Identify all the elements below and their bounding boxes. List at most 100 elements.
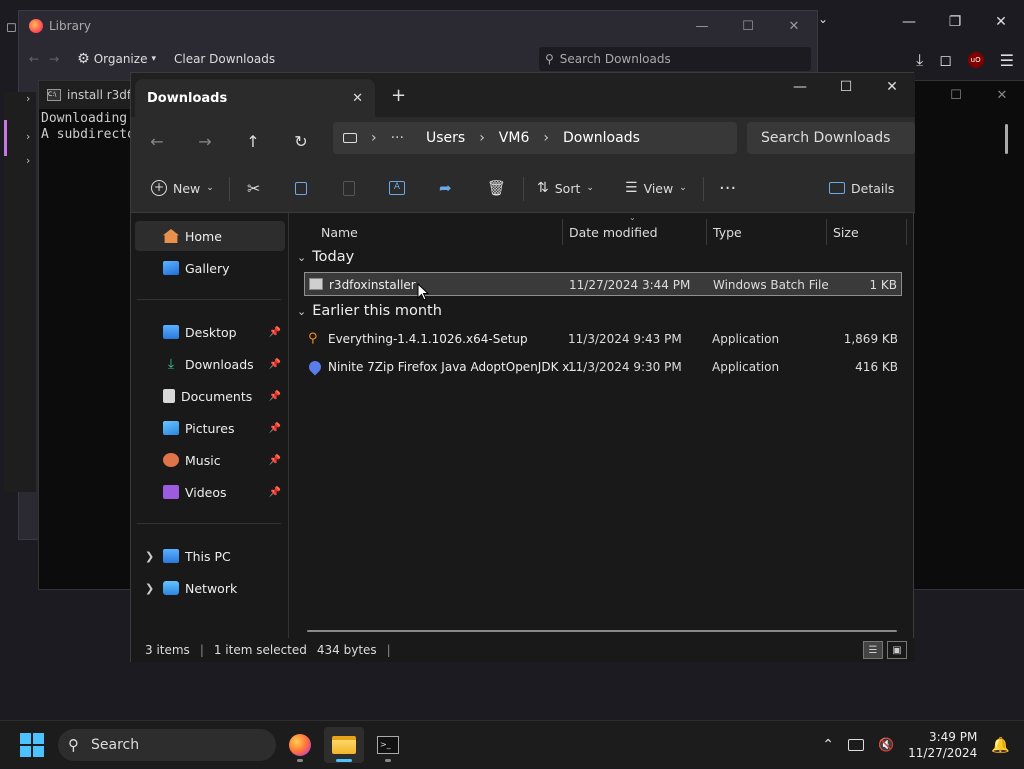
chevron-down-icon: ⌄ xyxy=(206,183,214,193)
file-date: 11/3/2024 9:30 PM xyxy=(568,360,682,374)
copy-button[interactable] xyxy=(295,175,307,201)
minimize-button[interactable]: — xyxy=(886,0,932,44)
column-header-name[interactable]: Name xyxy=(315,219,563,245)
pin-icon[interactable]: 📌 xyxy=(269,423,281,434)
clock[interactable]: 3:49 PM 11/27/2024 xyxy=(908,729,977,761)
network-status-icon[interactable] xyxy=(847,739,864,751)
sidebar-item-downloads[interactable]: ⤓ Downloads 📌 xyxy=(135,349,285,379)
restore-button[interactable]: ❐ xyxy=(932,0,978,44)
status-selected: 1 item selected xyxy=(213,643,307,657)
rename-button[interactable]: A xyxy=(389,175,405,201)
view-button[interactable]: ☰ View ⌄ xyxy=(625,175,687,201)
column-header-date[interactable]: Date modified xyxy=(563,219,707,245)
forward-arrow-icon[interactable]: → xyxy=(49,52,59,66)
table-row[interactable]: r3dfoxinstaller 11/27/2024 3:44 PM Windo… xyxy=(304,272,902,296)
sidebar-item-music[interactable]: Music 📌 xyxy=(135,445,285,475)
library-minimize-button[interactable]: — xyxy=(679,11,725,41)
taskbar-firefox[interactable] xyxy=(280,727,320,763)
breadcrumb-downloads[interactable]: Downloads xyxy=(563,130,640,146)
extensions-icon[interactable]: ◻ xyxy=(939,51,951,69)
chevron-right-icon[interactable]: ❯ xyxy=(145,550,154,563)
menu-icon[interactable]: ☰ xyxy=(1000,51,1014,70)
sidebar-item-gallery[interactable]: Gallery xyxy=(135,253,285,283)
tab-list-chevron-icon[interactable]: ⌄ xyxy=(818,12,828,26)
chevron-right-icon[interactable]: › xyxy=(26,154,30,167)
copy-icon xyxy=(295,181,307,195)
delete-button[interactable]: 🗑 xyxy=(487,175,506,201)
pin-icon[interactable]: 📌 xyxy=(269,455,281,466)
details-view-button[interactable]: ☰ xyxy=(863,641,883,659)
sidebar-item-home[interactable]: Home xyxy=(135,221,285,251)
sidebar-item-pictures[interactable]: Pictures 📌 xyxy=(135,413,285,443)
sidebar-item-this-pc[interactable]: ❯ This PC xyxy=(135,541,285,571)
explorer-minimize-button[interactable]: — xyxy=(777,73,823,101)
chevron-right-icon[interactable]: › xyxy=(26,92,30,105)
notification-bell-icon[interactable]: 🔔 xyxy=(991,736,1010,754)
chevron-up-icon[interactable]: ⌃ xyxy=(822,737,834,753)
clear-downloads-button[interactable]: Clear Downloads xyxy=(174,52,275,66)
terminal-scrollbar[interactable] xyxy=(1005,124,1008,154)
sidebar-item-label: Downloads xyxy=(185,356,254,372)
terminal-maximize-button[interactable]: ☐ xyxy=(933,81,979,109)
cut-button[interactable]: ✂ xyxy=(247,175,260,201)
close-button[interactable]: ✕ xyxy=(978,0,1024,44)
forward-button[interactable]: → xyxy=(193,129,217,153)
new-tab-button[interactable]: + xyxy=(391,85,406,106)
sidebar-item-desktop[interactable]: Desktop 📌 xyxy=(135,317,285,347)
paste-button[interactable] xyxy=(343,175,355,201)
explorer-close-button[interactable]: ✕ xyxy=(869,73,915,101)
sidebar-item-videos[interactable]: Videos 📌 xyxy=(135,477,285,507)
explorer-maximize-button[interactable]: ☐ xyxy=(823,73,869,101)
sidebar-item-network[interactable]: ❯ Network xyxy=(135,573,285,603)
tab-title: Downloads xyxy=(147,90,228,106)
up-button[interactable]: ↑ xyxy=(241,129,265,153)
terminal-close-button[interactable]: ✕ xyxy=(979,81,1024,109)
pin-icon[interactable]: 📌 xyxy=(269,391,281,402)
taskbar-terminal[interactable]: >_ xyxy=(368,727,408,763)
volume-muted-icon[interactable]: 🔇 xyxy=(878,738,894,753)
download-icon[interactable]: ⤓ xyxy=(916,50,923,70)
group-header-earlier[interactable]: ⌄ Earlier this month xyxy=(297,303,442,319)
ublock-icon[interactable]: uO xyxy=(967,52,984,68)
close-tab-icon[interactable]: ✕ xyxy=(352,91,363,106)
chevron-right-icon[interactable]: › xyxy=(26,130,30,143)
organize-button[interactable]: ⚙ Organize ▾ xyxy=(77,51,156,67)
details-button[interactable]: Details xyxy=(829,175,894,201)
chevron-right-icon[interactable]: ❯ xyxy=(145,582,154,595)
view-list-icon: ☰ xyxy=(625,180,638,196)
library-search-input[interactable]: ⚲ Search Downloads xyxy=(539,47,811,71)
column-header-size[interactable]: Size xyxy=(827,219,907,245)
tiles-view-button[interactable]: ▣ xyxy=(887,641,907,659)
breadcrumb-vm6[interactable]: VM6 xyxy=(499,130,530,146)
sidebar-item-documents[interactable]: Documents 📌 xyxy=(135,381,285,411)
pin-icon[interactable]: 📌 xyxy=(269,327,281,338)
view-label: View xyxy=(643,180,674,196)
tab-downloads[interactable]: Downloads ✕ xyxy=(135,79,375,117)
table-row[interactable]: Ninite 7Zip Firefox Java AdoptOpenJDK x.… xyxy=(304,355,902,379)
ninite-icon xyxy=(306,358,324,376)
more-locations-icon[interactable]: ··· xyxy=(391,130,404,146)
horizontal-scrollbar[interactable] xyxy=(307,630,897,632)
table-row[interactable]: ⚲ Everything-1.4.1.1026.x64-Setup 11/3/2… xyxy=(304,327,902,351)
library-maximize-button[interactable]: ☐ xyxy=(725,11,771,41)
column-header-type[interactable]: Type xyxy=(707,219,827,245)
more-options-button[interactable]: ··· xyxy=(719,175,736,201)
pin-icon[interactable]: 📌 xyxy=(269,359,281,370)
back-button[interactable]: ← xyxy=(145,129,169,153)
group-header-today[interactable]: ⌄ Today xyxy=(297,249,354,265)
pin-icon[interactable]: 📌 xyxy=(269,487,281,498)
search-input[interactable]: Search Downloads xyxy=(747,122,915,154)
start-button[interactable] xyxy=(20,733,44,757)
share-button[interactable]: ➦ xyxy=(439,175,452,201)
taskbar-file-explorer[interactable] xyxy=(324,727,364,763)
music-icon xyxy=(163,453,179,467)
library-close-button[interactable]: ✕ xyxy=(771,11,817,41)
new-button[interactable]: + New ⌄ xyxy=(151,175,214,201)
breadcrumb-users[interactable]: Users xyxy=(426,130,465,146)
taskbar: ⚲ Search >_ ⌃ 🔇 3:49 PM 11/27/2024 🔔 xyxy=(0,720,1024,768)
address-bar[interactable]: › ··· Users › VM6 › Downloads xyxy=(333,122,737,154)
taskbar-search-input[interactable]: ⚲ Search xyxy=(58,729,276,761)
back-arrow-icon[interactable]: ← xyxy=(29,52,39,66)
refresh-button[interactable]: ↻ xyxy=(289,129,313,153)
sort-button[interactable]: ⇅ Sort ⌄ xyxy=(537,175,594,201)
